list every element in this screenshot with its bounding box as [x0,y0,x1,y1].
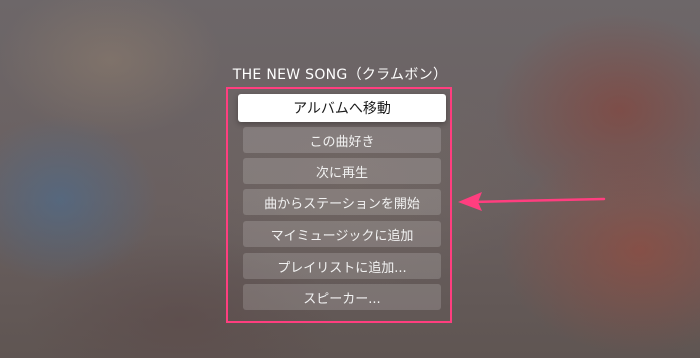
menu-item-speakers[interactable]: スピーカー... [243,284,441,310]
menu-item-play-next[interactable]: 次に再生 [243,158,441,184]
song-title: THE NEW SONG（クラムボン） [232,67,448,83]
menu-item-add-to-my-music[interactable]: マイミュージックに追加 [243,221,441,247]
menu-item-go-to-album[interactable]: アルバムへ移動 [238,94,446,122]
menu-item-start-station[interactable]: 曲からステーションを開始 [243,189,441,215]
menu-item-love-song[interactable]: この曲好き [243,127,441,153]
arrow-left-icon [458,192,606,211]
menu-item-add-to-playlist[interactable]: プレイリストに追加... [243,253,441,279]
